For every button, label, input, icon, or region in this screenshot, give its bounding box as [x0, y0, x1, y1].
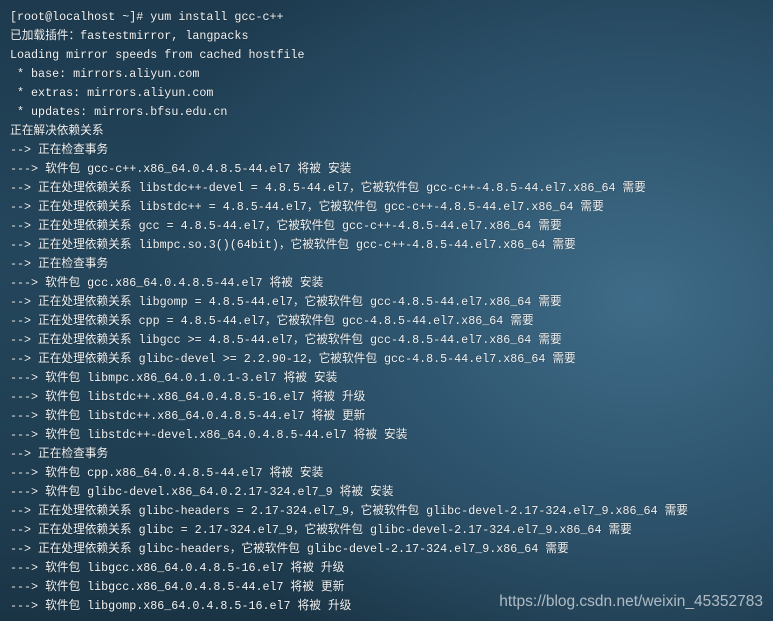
terminal-line: ---> 软件包 libmpc.x86_64.0.1.0.1-3.el7 将被 …: [10, 371, 338, 385]
terminal-line: 正在解决依赖关系: [10, 124, 104, 138]
terminal-line: Loading mirror speeds from cached hostfi…: [10, 48, 305, 62]
watermark: https://blog.csdn.net/weixin_45352783: [499, 593, 763, 610]
terminal-line: * updates: mirrors.bfsu.edu.cn: [10, 105, 228, 119]
terminal-line: ---> 软件包 libstdc++.x86_64.0.4.8.5-44.el7…: [10, 409, 366, 423]
terminal-line: * base: mirrors.aliyun.com: [10, 67, 200, 81]
terminal-line: ---> 软件包 glibc-devel.x86_64.0.2.17-324.e…: [10, 485, 394, 499]
terminal-line: --> 正在处理依赖关系 libgcc >= 4.8.5-44.el7，它被软件…: [10, 333, 562, 347]
terminal-line: --> 正在处理依赖关系 glibc = 2.17-324.el7_9，它被软件…: [10, 523, 632, 537]
terminal-line: ---> 软件包 libstdc++.x86_64.0.4.8.5-16.el7…: [10, 390, 366, 404]
terminal-line: --> 正在检查事务: [10, 257, 109, 271]
terminal-line: [root@localhost ~]# yum install gcc-c++: [10, 10, 284, 24]
terminal-line: ---> 软件包 libgcc.x86_64.0.4.8.5-16.el7 将被…: [10, 561, 345, 575]
terminal-line: ---> 软件包 cpp.x86_64.0.4.8.5-44.el7 将被 安装: [10, 466, 324, 480]
terminal-line: ---> 软件包 libstdc++-devel.x86_64.0.4.8.5-…: [10, 428, 408, 442]
terminal-line: --> 正在处理依赖关系 libstdc++-devel = 4.8.5-44.…: [10, 181, 646, 195]
terminal-line: --> 正在处理依赖关系 glibc-headers，它被软件包 glibc-d…: [10, 542, 569, 556]
terminal-line: * extras: mirrors.aliyun.com: [10, 86, 214, 100]
terminal-line: --> 正在检查事务: [10, 143, 109, 157]
terminal-line: --> 正在处理依赖关系 libstdc++ = 4.8.5-44.el7，它被…: [10, 200, 604, 214]
terminal-line: ---> 软件包 gcc-c++.x86_64.0.4.8.5-44.el7 将…: [10, 162, 352, 176]
terminal-line: 已加载插件：fastestmirror, langpacks: [10, 29, 249, 43]
terminal-line: ---> 软件包 gcc.x86_64.0.4.8.5-44.el7 将被 安装: [10, 276, 324, 290]
terminal-output[interactable]: [root@localhost ~]# yum install gcc-c++ 已…: [10, 8, 688, 616]
terminal-line: --> 正在处理依赖关系 libgomp = 4.8.5-44.el7，它被软件…: [10, 295, 562, 309]
terminal-line: --> 正在检查事务: [10, 447, 109, 461]
terminal-line: --> 正在处理依赖关系 libmpc.so.3()(64bit)，它被软件包 …: [10, 238, 576, 252]
terminal-line: --> 正在处理依赖关系 gcc = 4.8.5-44.el7，它被软件包 gc…: [10, 219, 562, 233]
terminal-line: --> 正在处理依赖关系 glibc-devel >= 2.2.90-12，它被…: [10, 352, 576, 366]
terminal-line: --> 正在处理依赖关系 glibc-headers = 2.17-324.el…: [10, 504, 688, 518]
terminal-line: --> 正在处理依赖关系 cpp = 4.8.5-44.el7，它被软件包 gc…: [10, 314, 534, 328]
